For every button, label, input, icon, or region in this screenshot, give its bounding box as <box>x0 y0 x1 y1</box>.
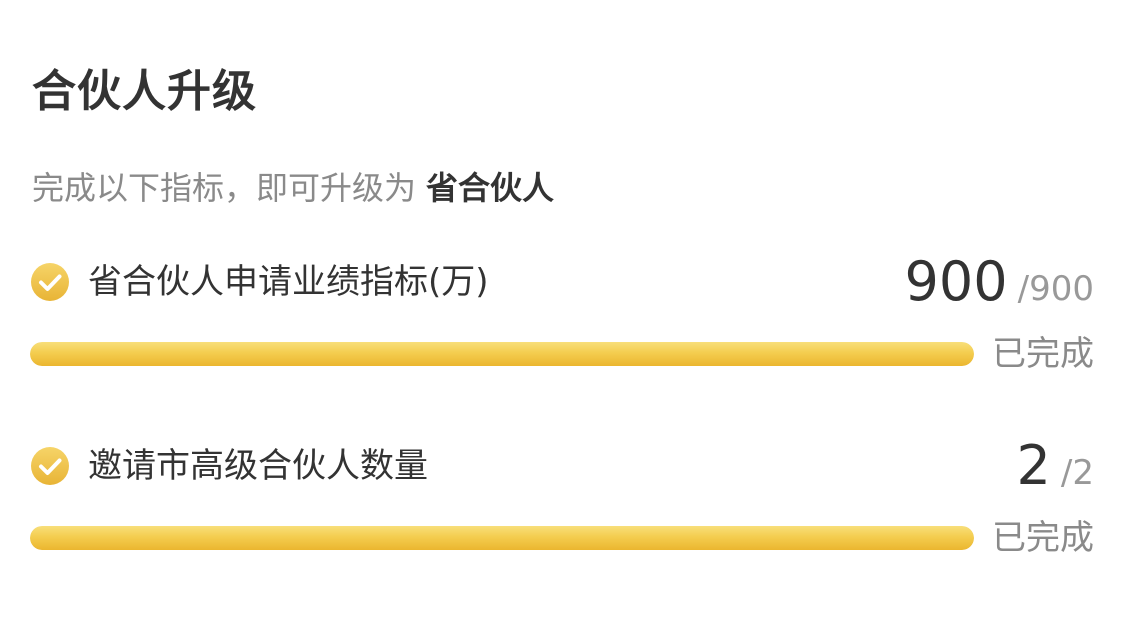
check-circle-icon <box>31 447 69 485</box>
value-separator: / <box>1060 453 1073 493</box>
check-circle-icon <box>31 263 69 301</box>
page-title: 合伙人升级 <box>32 66 257 117</box>
target-value: 900 <box>1029 269 1094 309</box>
requirement-progress-value: 900/900 <box>905 252 1094 312</box>
requirement-label: 邀请市高级合伙人数量 <box>88 446 428 486</box>
upgrade-description-text: 完成以下指标，即可升级为 <box>32 169 417 207</box>
value-separator: / <box>1017 269 1030 309</box>
requirement-progress-value: 2/2 <box>1017 436 1094 496</box>
progress-bar-fill <box>30 526 974 550</box>
progress-bar <box>30 342 974 366</box>
upgrade-description: 完成以下指标，即可升级为 省合伙人 <box>32 166 554 210</box>
target-level: 省合伙人 <box>426 169 555 207</box>
progress-bar <box>30 526 974 550</box>
target-value: 2 <box>1072 453 1094 493</box>
completion-status: 已完成 <box>992 518 1094 558</box>
progress-bar-fill <box>30 342 974 366</box>
requirement-label: 省合伙人申请业绩指标(万) <box>88 262 489 302</box>
completion-status: 已完成 <box>992 334 1094 374</box>
current-value: 900 <box>904 250 1008 313</box>
current-value: 2 <box>1016 434 1051 497</box>
